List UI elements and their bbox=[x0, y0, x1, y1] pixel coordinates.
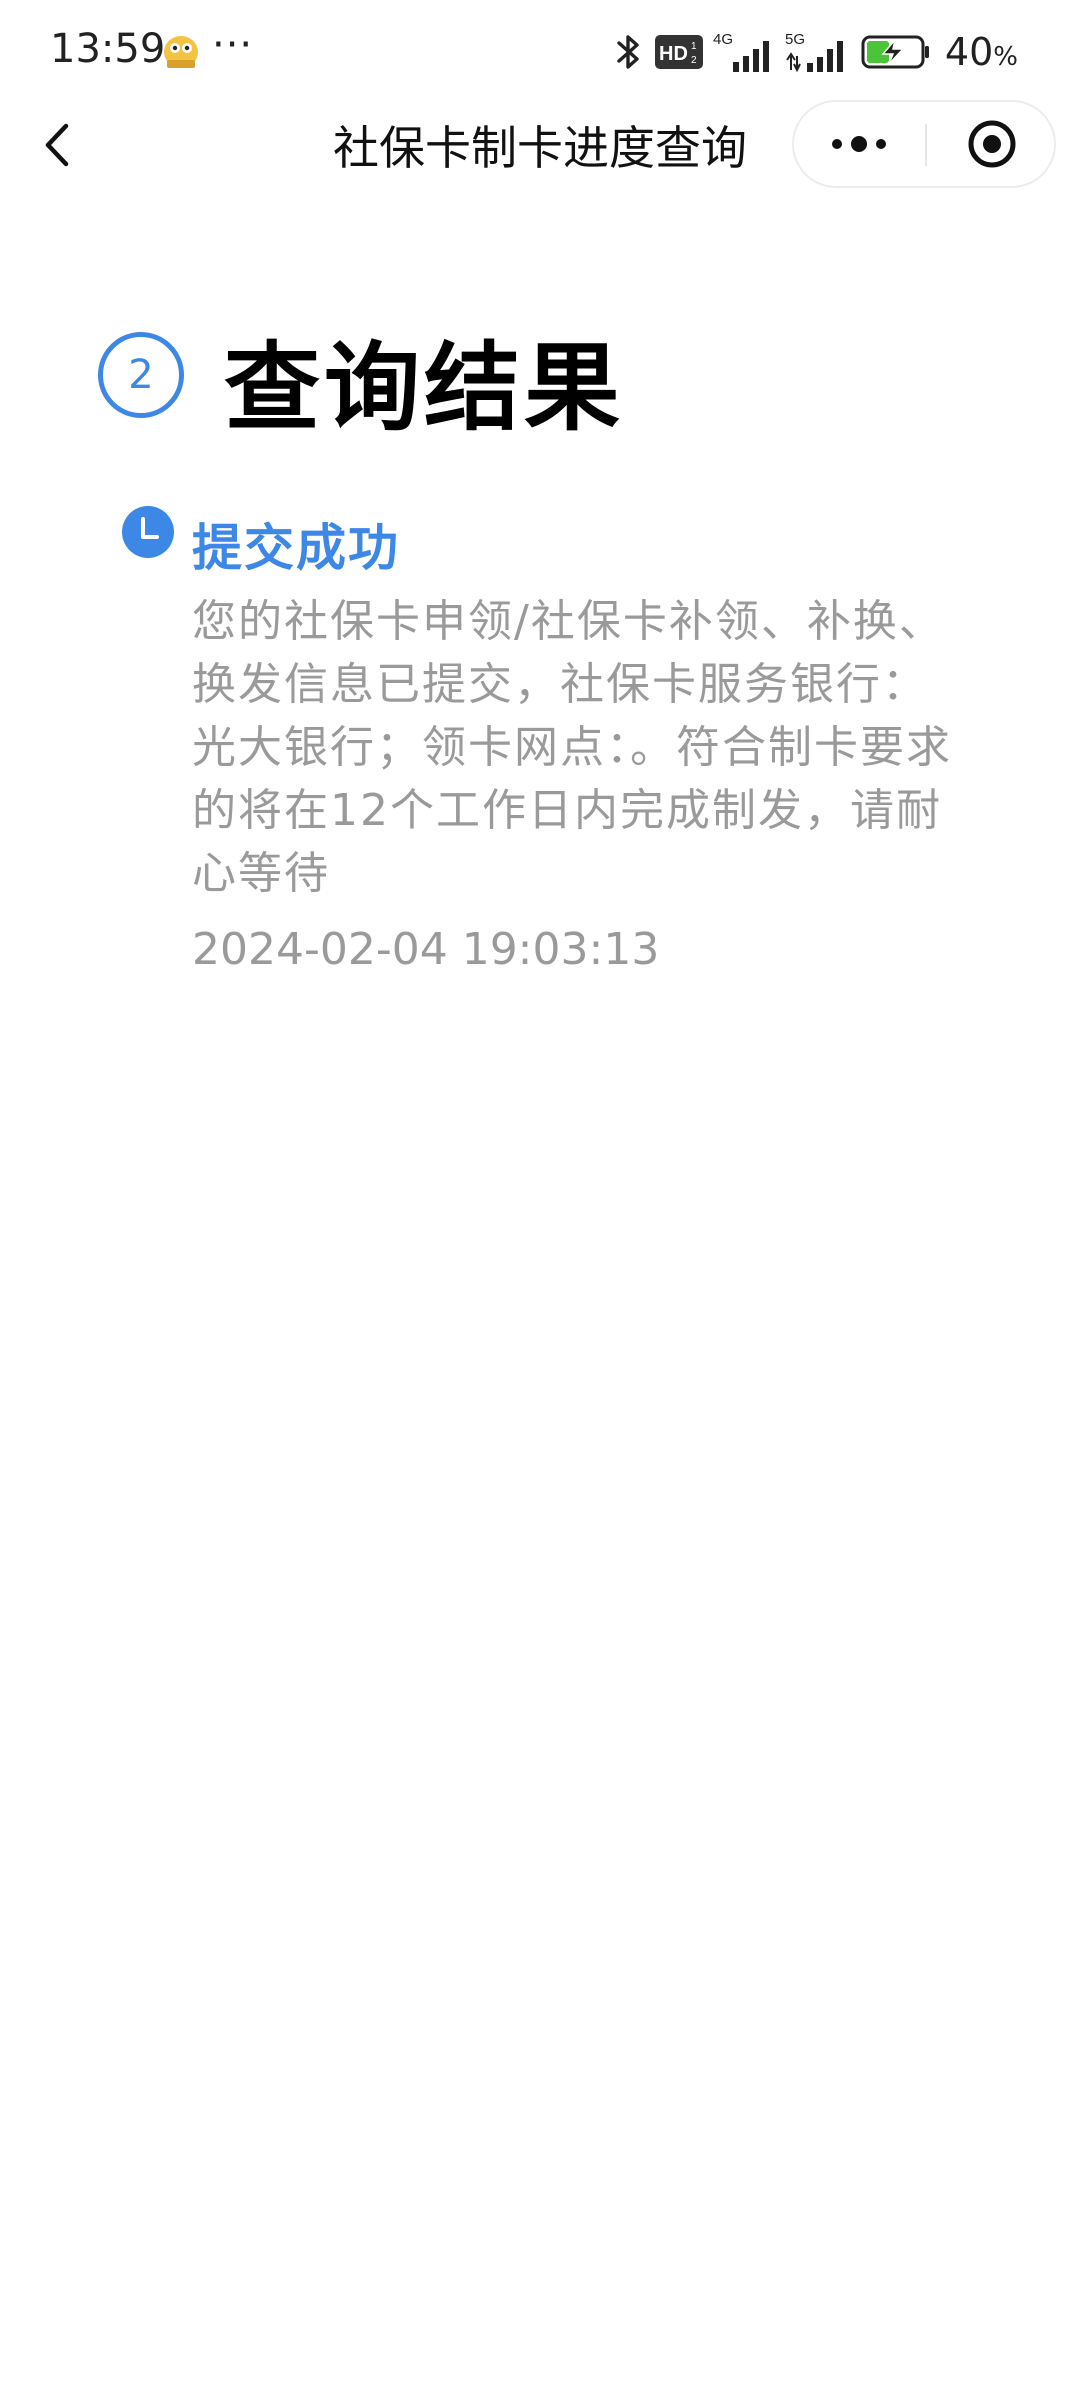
hd-voice-icon: HD 1 2 bbox=[654, 35, 703, 69]
status-timestamp: 2024-02-04 19:03:13 bbox=[192, 924, 660, 975]
clock-icon bbox=[122, 506, 174, 558]
status-title: 提交成功 bbox=[192, 519, 400, 577]
signal-4g-icon: 4G bbox=[713, 31, 769, 72]
nav-bar: 社保卡制卡进度查询 bbox=[0, 100, 1080, 190]
mini-program-capsule bbox=[792, 100, 1056, 188]
capsule-divider bbox=[925, 124, 927, 166]
battery-charging-icon bbox=[861, 35, 929, 69]
more-dots-icon bbox=[832, 136, 886, 152]
svg-text:5G: 5G bbox=[785, 31, 805, 48]
app-notification-icon bbox=[164, 36, 198, 68]
signal-5g-icon: 5G bbox=[785, 31, 843, 73]
svg-text:4G: 4G bbox=[713, 31, 733, 48]
target-close-icon bbox=[968, 120, 1016, 168]
more-button[interactable] bbox=[794, 102, 924, 186]
svg-text:2: 2 bbox=[691, 55, 697, 66]
result-heading: 查询结果 bbox=[224, 332, 624, 444]
svg-text:HD: HD bbox=[659, 43, 688, 65]
status-bar: 13:59 ··· HD 1 2 4G 5G 40% bbox=[0, 0, 1080, 100]
close-mini-program-button[interactable] bbox=[928, 102, 1056, 186]
status-time: 13:59 bbox=[50, 26, 166, 72]
svg-text:1: 1 bbox=[691, 41, 697, 52]
battery-percent: 40% bbox=[944, 30, 1018, 74]
status-more-dots: ··· bbox=[212, 22, 254, 68]
step-number-badge: 2 bbox=[98, 332, 184, 418]
bluetooth-icon bbox=[617, 35, 639, 69]
status-description: 您的社保卡申领/社保卡补领、补换、换发信息已提交，社保卡服务银行：光大银行；领卡… bbox=[192, 596, 952, 899]
